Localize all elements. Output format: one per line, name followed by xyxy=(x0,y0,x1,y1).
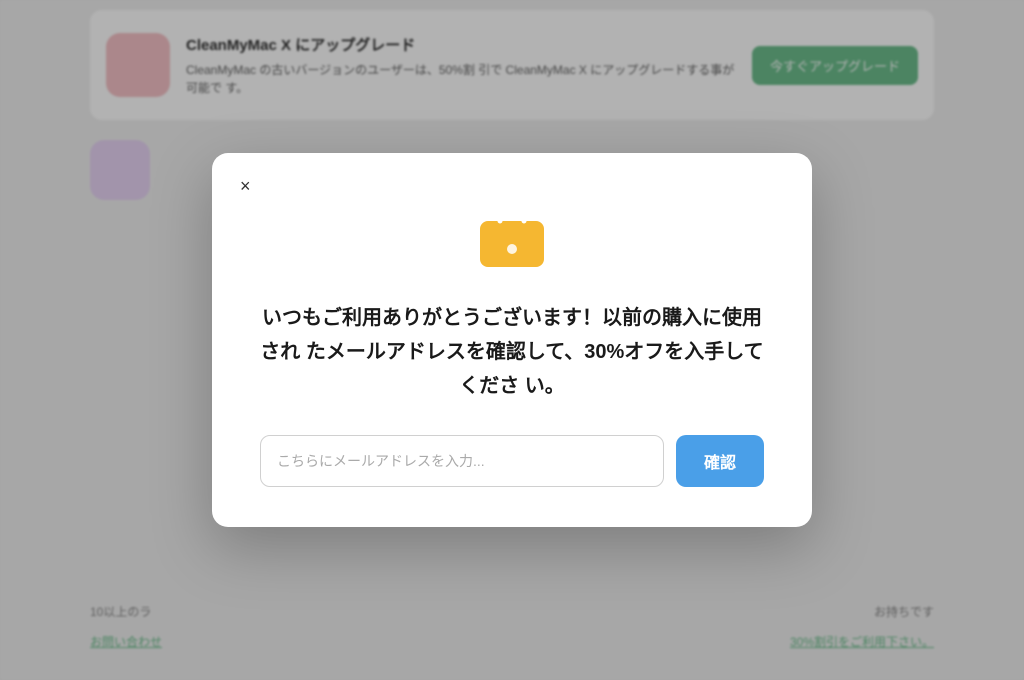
shopping-bag-icon xyxy=(472,193,552,273)
modal-title: いつもご利用ありがとうございます！以前の購入に使用され たメールアドレスを確認し… xyxy=(260,301,764,403)
email-input[interactable] xyxy=(260,435,664,487)
modal-icon-container xyxy=(260,193,764,273)
discount-modal: × いつもご利用ありがとうございます！以前の購入に使用され たメールアドレスを確… xyxy=(212,153,812,527)
confirm-button[interactable]: 確認 xyxy=(676,435,764,487)
close-button[interactable]: × xyxy=(236,173,255,199)
modal-input-row: 確認 xyxy=(260,435,764,487)
modal-overlay: × いつもご利用ありがとうございます！以前の購入に使用され たメールアドレスを確… xyxy=(0,0,1024,680)
